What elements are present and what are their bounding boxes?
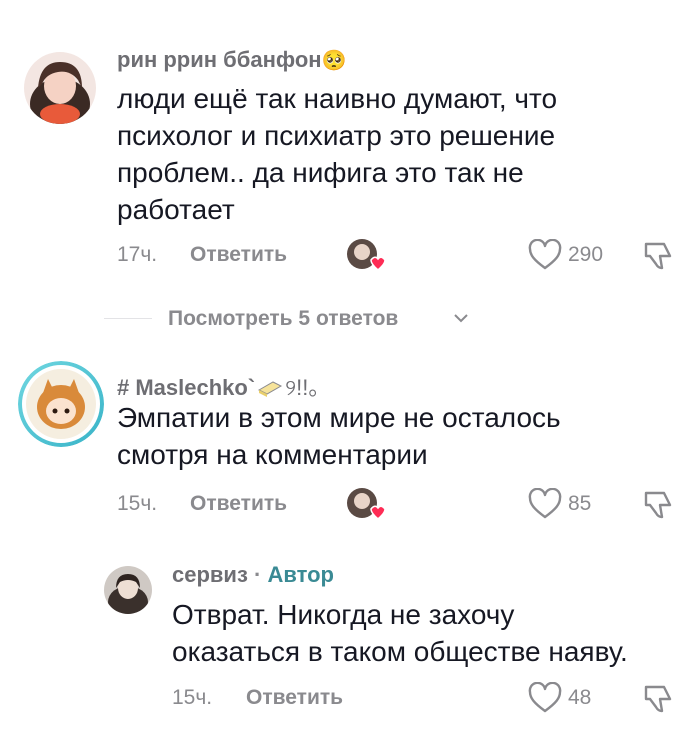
avatar[interactable]: [104, 566, 152, 614]
like-count: 290: [568, 243, 604, 266]
like-count: 85: [568, 492, 592, 515]
comment-text: люди ещё так наивно думают, что психолог…: [117, 83, 558, 225]
heart-icon[interactable]: [528, 488, 562, 520]
dislike-icon[interactable]: [642, 487, 676, 521]
separator-dot: ·: [254, 562, 262, 587]
like-count: 48: [568, 686, 592, 709]
timestamp: 15ч.: [172, 686, 213, 709]
creator-liked-icon: [346, 487, 386, 523]
username[interactable]: рин ррин ббанфон🥺: [117, 47, 346, 73]
creator-liked-icon: [346, 238, 386, 274]
avatar[interactable]: [18, 361, 104, 447]
view-replies-label[interactable]: Посмотреть 5 ответов: [168, 307, 398, 331]
author-badge: Автор: [267, 562, 334, 587]
divider: [104, 318, 152, 319]
reply-button[interactable]: Ответить: [246, 686, 343, 710]
avatar[interactable]: [24, 52, 96, 124]
timestamp: 15ч.: [117, 492, 158, 515]
username[interactable]: сервиз · Автор: [172, 562, 334, 588]
chevron-down-icon[interactable]: [453, 312, 469, 324]
heart-icon[interactable]: [528, 239, 562, 271]
heart-icon[interactable]: [528, 682, 562, 714]
dislike-icon[interactable]: [642, 681, 676, 715]
comment-text: Эмпатии в этом мире не осталось смотря н…: [117, 402, 561, 470]
reply-button[interactable]: Ответить: [190, 492, 287, 516]
timestamp: 17ч.: [117, 243, 158, 266]
pleading-face-emoji: 🥺: [321, 50, 347, 72]
dislike-icon[interactable]: [642, 238, 676, 272]
reply-button[interactable]: Ответить: [190, 243, 287, 267]
comment-text: Отврат. Никогда не захочу оказаться в та…: [172, 599, 628, 667]
